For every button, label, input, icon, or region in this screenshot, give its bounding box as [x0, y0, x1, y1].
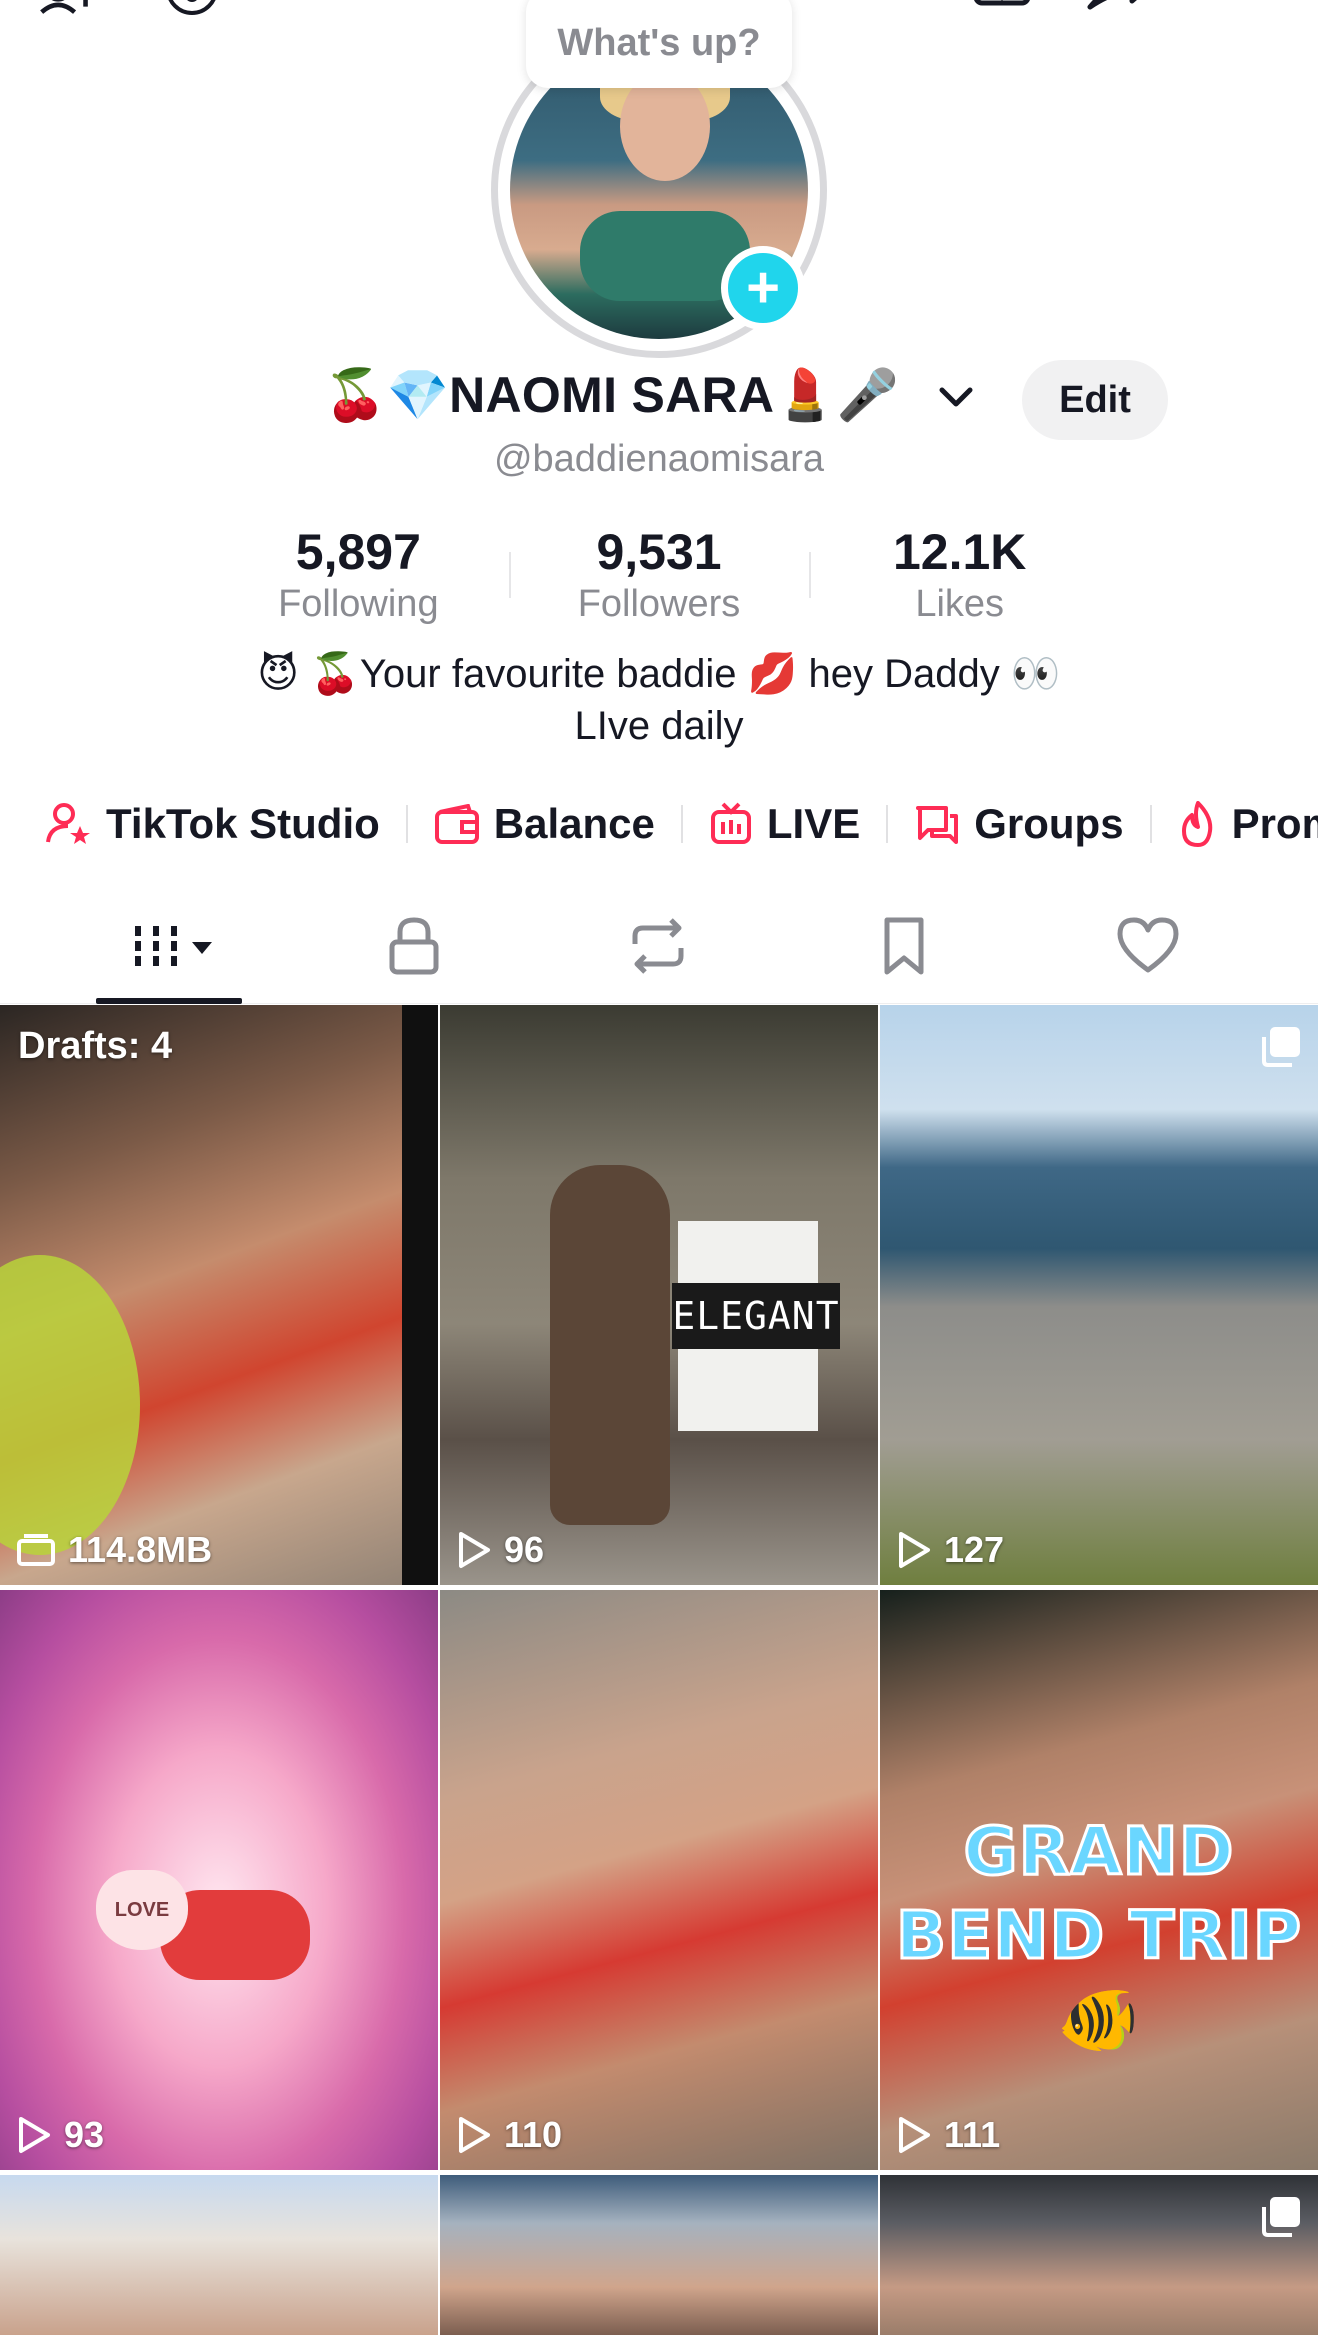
tab-favorites[interactable]: [844, 914, 964, 978]
video-tile[interactable]: [0, 2175, 438, 2335]
view-count: 111: [944, 2114, 1001, 2155]
video-meta: 111: [896, 2114, 1000, 2156]
lock-icon: [389, 917, 439, 975]
video-meta: 96: [456, 1529, 544, 1571]
bio-line: 😈 🍒Your favourite baddie 💋 hey Daddy 👀: [257, 652, 1061, 696]
video-meta: 114.8MB: [16, 1529, 212, 1571]
stat-label: Following: [278, 583, 439, 625]
tab-reposts[interactable]: [598, 914, 718, 978]
tab-liked[interactable]: [1088, 914, 1208, 978]
divider: [1149, 805, 1152, 843]
video-meta: 93: [16, 2114, 104, 2156]
tv-icon: [710, 802, 751, 844]
view-count: 93: [64, 2114, 105, 2155]
divider: [405, 805, 408, 843]
play-icon: [899, 2117, 930, 2153]
stat-following[interactable]: 5,897 Following: [208, 522, 509, 625]
shortcut-label: LIVE: [766, 800, 861, 847]
person-star-icon: [46, 803, 90, 844]
play-icon: [459, 2117, 490, 2153]
tab-private[interactable]: [354, 914, 474, 978]
video-size: 114.8MB: [68, 1529, 213, 1570]
video-tile[interactable]: ELEGANT 96: [440, 1005, 878, 1585]
bookmark-icon: [884, 917, 924, 975]
stat-followers[interactable]: 9,531 Followers: [508, 522, 810, 625]
view-count: 110: [504, 2114, 563, 2155]
stat-value: 12.1K: [892, 524, 1027, 580]
shortcut-groups[interactable]: Groups: [914, 800, 1124, 848]
play-icon: [899, 1532, 930, 1568]
profile-handle: @baddienaomisara: [493, 438, 825, 480]
soccer-ball-icon[interactable]: [160, 0, 224, 28]
shortcut-live[interactable]: LIVE: [709, 800, 860, 848]
add-friend-icon[interactable]: [38, 0, 102, 28]
profile-stats: 5,897 Following 9,531 Followers 12.1K Li…: [208, 522, 1110, 625]
stat-value: 5,897: [295, 524, 421, 580]
content-tabs: [0, 890, 1318, 1004]
top-bar: What's up?: [0, 0, 1318, 88]
shortcut-promote[interactable]: Promo: [1178, 800, 1318, 848]
video-tile[interactable]: [880, 2175, 1318, 2335]
edit-profile-button[interactable]: Edit: [1022, 360, 1168, 440]
wallet-icon: [434, 804, 479, 844]
stat-value: 9,531: [596, 524, 722, 580]
video-tile-drafts[interactable]: Drafts: 4 114.8MB: [0, 1005, 438, 1585]
carousel-icon: [1262, 1027, 1300, 1067]
shortcut-balance[interactable]: Balance: [434, 800, 655, 848]
studio-icon[interactable]: [970, 0, 1034, 28]
carousel-icon: [1262, 2197, 1300, 2237]
repost-icon: [632, 918, 684, 974]
status-prompt-bubble[interactable]: What's up?: [526, 0, 792, 88]
share-icon[interactable]: [1086, 0, 1150, 28]
stat-label: Likes: [915, 583, 1005, 625]
chevron-down-icon[interactable]: [934, 378, 978, 418]
stat-likes[interactable]: 12.1K Likes: [809, 522, 1110, 625]
video-meta: 127: [896, 1529, 1004, 1571]
tab-videos[interactable]: [110, 914, 230, 978]
video-overlay-text: LOVE: [96, 1870, 188, 1950]
menu-icon[interactable]: [1210, 0, 1274, 28]
drafts-count: Drafts: 4: [18, 1025, 173, 1067]
name-row: 🍒💎NAOMI SARA💄🎤 Edit: [0, 360, 1318, 440]
shortcut-label: Promo: [1231, 800, 1318, 847]
video-tile[interactable]: 127: [880, 1005, 1318, 1585]
video-grid: Drafts: 4 114.8MB ELEGANT 96 127 LOVE 93…: [0, 1005, 1318, 2335]
view-count: 127: [944, 1529, 1005, 1570]
profile-bio: 😈 🍒Your favourite baddie 💋 hey Daddy 👀 L…: [0, 648, 1318, 752]
video-overlay-text: ELEGANT: [672, 1283, 840, 1349]
divider: [680, 805, 683, 843]
video-overlay-text: GRAND BEND TRIP 🐠: [894, 1812, 1303, 2060]
video-tile[interactable]: [440, 2175, 878, 2335]
play-icon: [459, 1532, 490, 1568]
view-count: 96: [504, 1529, 545, 1570]
shortcut-tiktok-studio[interactable]: TikTok Studio: [46, 800, 380, 848]
folder-icon: [17, 1534, 55, 1566]
heart-icon: [1117, 917, 1179, 973]
grid-icon: [135, 926, 212, 966]
video-tile[interactable]: GRAND BEND TRIP 🐠 111: [880, 1590, 1318, 2170]
add-story-button[interactable]: +: [721, 246, 805, 330]
bio-line: LIve daily: [574, 704, 744, 748]
play-icon: [19, 2117, 50, 2153]
flame-icon: [1181, 801, 1212, 847]
tab-active-indicator: [96, 998, 242, 1004]
video-tile[interactable]: LOVE 93: [0, 1590, 438, 2170]
chat-bubbles-icon: [916, 806, 959, 844]
shortcut-label: Groups: [974, 800, 1124, 847]
stat-label: Followers: [577, 583, 741, 625]
shortcut-bar: TikTok Studio Balance LIVE Groups Promo: [46, 792, 1318, 856]
shortcut-label: TikTok Studio: [106, 800, 380, 847]
video-meta: 110: [456, 2114, 562, 2156]
divider: [886, 805, 889, 843]
profile-name: 🍒💎NAOMI SARA💄🎤: [324, 367, 900, 423]
video-tile[interactable]: 110: [440, 1590, 878, 2170]
shortcut-label: Balance: [493, 800, 655, 847]
